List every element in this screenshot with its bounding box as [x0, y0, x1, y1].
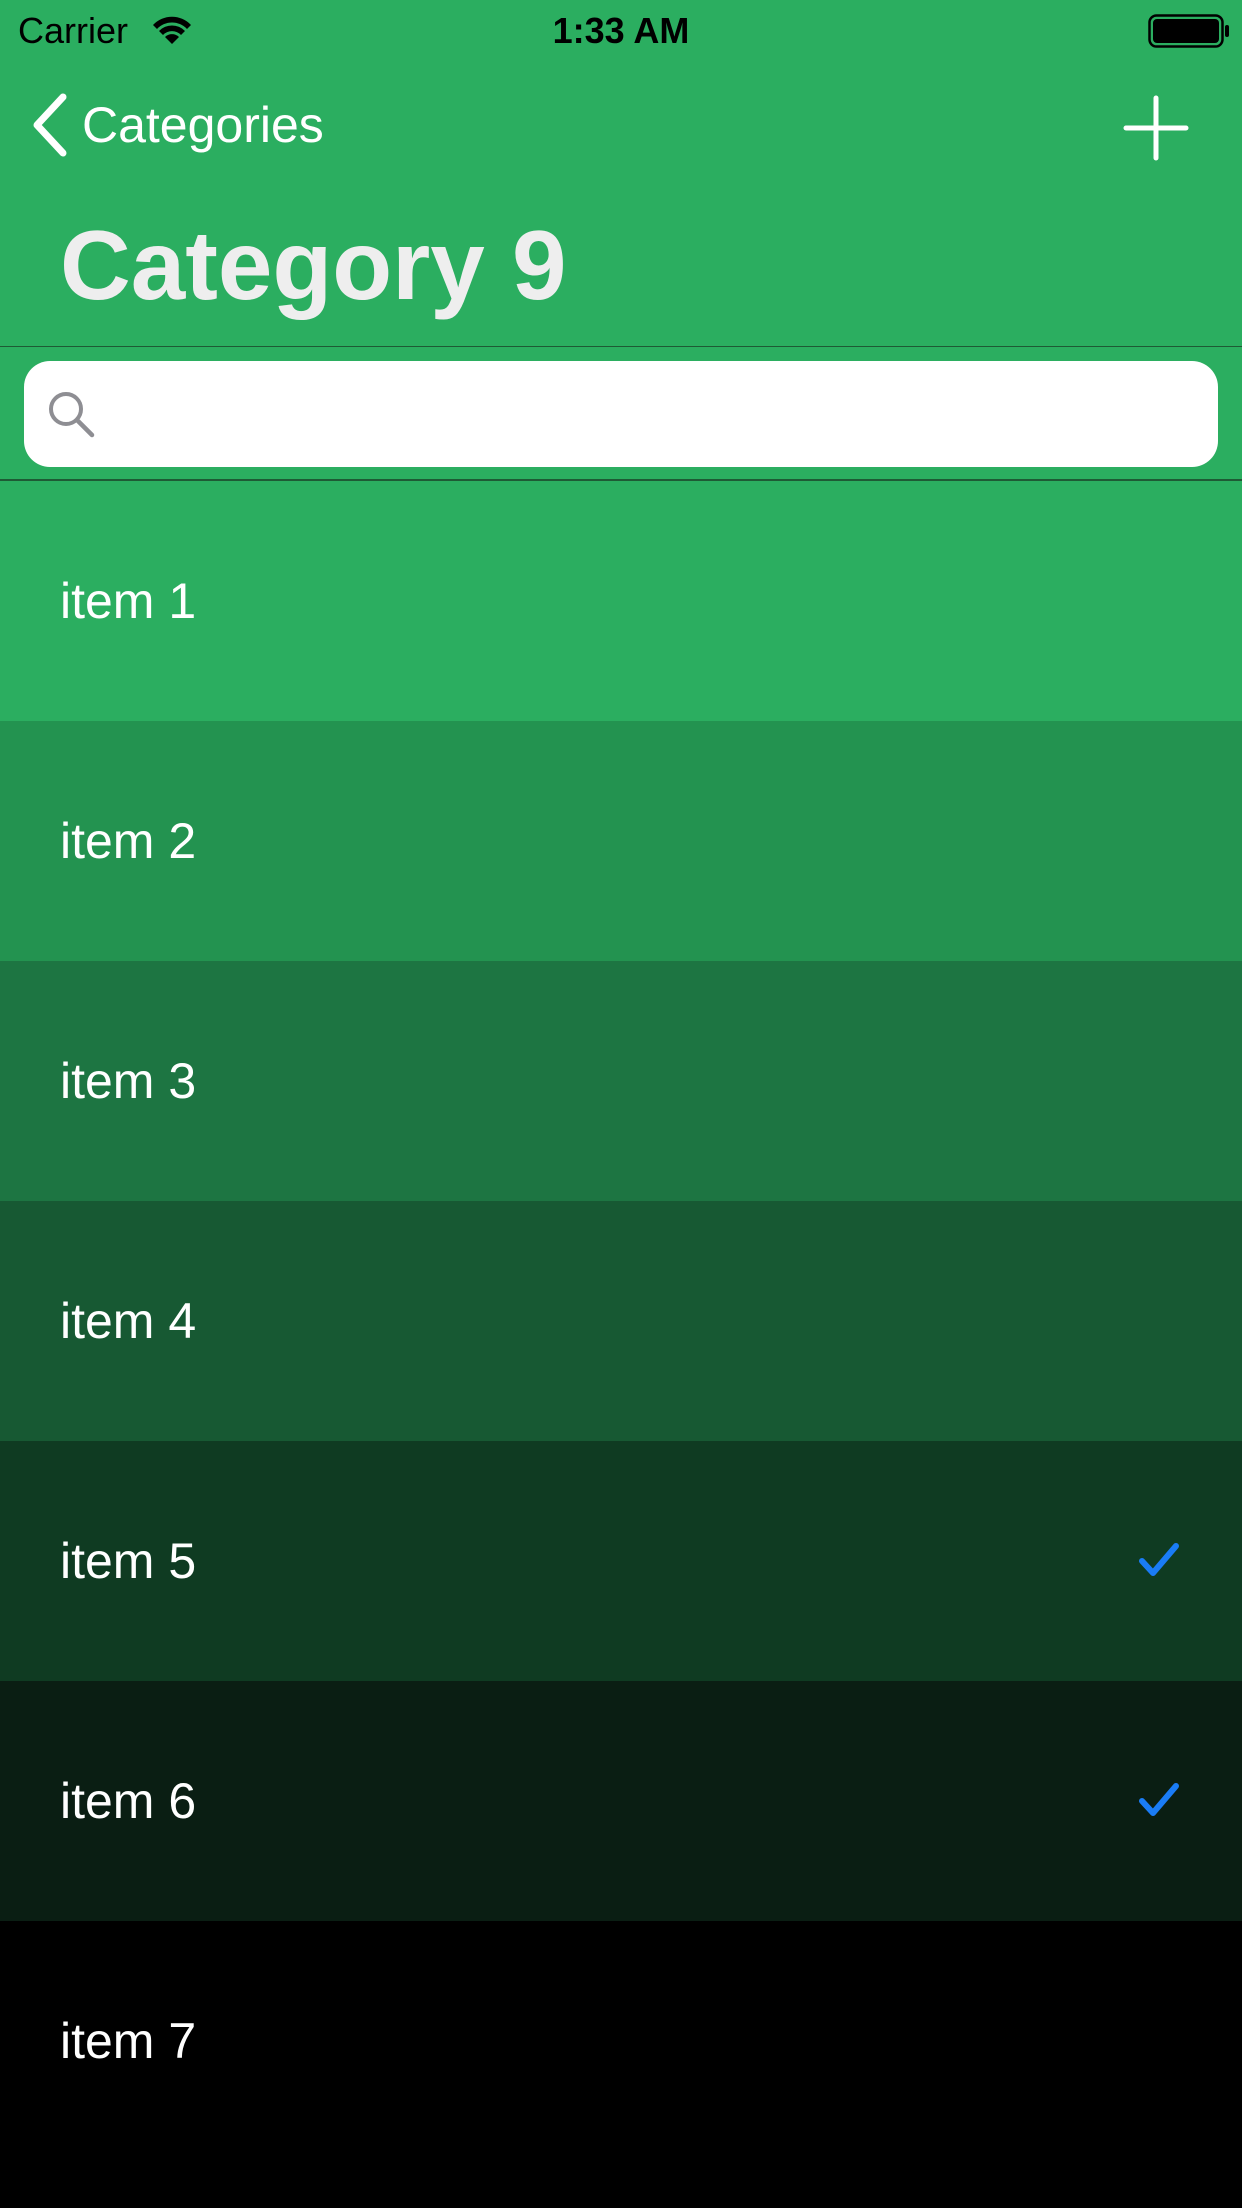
list-item-label: item 4 — [60, 1293, 197, 1349]
plus-icon[interactable] — [1120, 92, 1192, 164]
list-item[interactable]: item 5 — [0, 1441, 1242, 1681]
search-bar[interactable] — [24, 361, 1218, 469]
list-item-label: item 3 — [60, 1053, 197, 1109]
list-item-label: item 2 — [60, 813, 197, 869]
list-item[interactable]: item 7 — [0, 1921, 1242, 2161]
item-list: item 1 item 2 item 3 item 4 item 5 item 6 item… — [0, 481, 1242, 2161]
checkmark-icon — [1139, 1783, 1179, 1816]
checkmark-icon — [1139, 1543, 1179, 1576]
chevron-left-icon — [33, 93, 67, 157]
list-item[interactable]: item 2 — [0, 721, 1242, 961]
list-item-label: item 1 — [60, 573, 197, 629]
status-time: 1:33 AM — [552, 10, 690, 51]
list-item[interactable]: item 4 — [0, 1201, 1242, 1441]
page-title: Category 9 — [60, 210, 567, 320]
list-item[interactable]: item 6 — [0, 1681, 1242, 1921]
list-item[interactable]: item 1 — [0, 481, 1242, 721]
battery-icon — [1148, 14, 1229, 48]
list-item-label: item 7 — [60, 2013, 197, 2069]
list-item[interactable]: item 3 — [0, 961, 1242, 1201]
list-item-label: item 6 — [60, 1773, 197, 1829]
search-icon — [49, 392, 95, 438]
navigation-bar: Categories — [0, 62, 1242, 188]
back-button-label: Categories — [82, 97, 324, 153]
back-button[interactable]: Categories — [30, 92, 324, 158]
search-input[interactable] — [112, 361, 1196, 469]
list-item-label: item 5 — [60, 1533, 197, 1589]
navigation-header: Carrier 1:33 AM Categories Category 9 — [0, 0, 1242, 347]
status-bar: Carrier 1:33 AM — [0, 0, 1242, 62]
